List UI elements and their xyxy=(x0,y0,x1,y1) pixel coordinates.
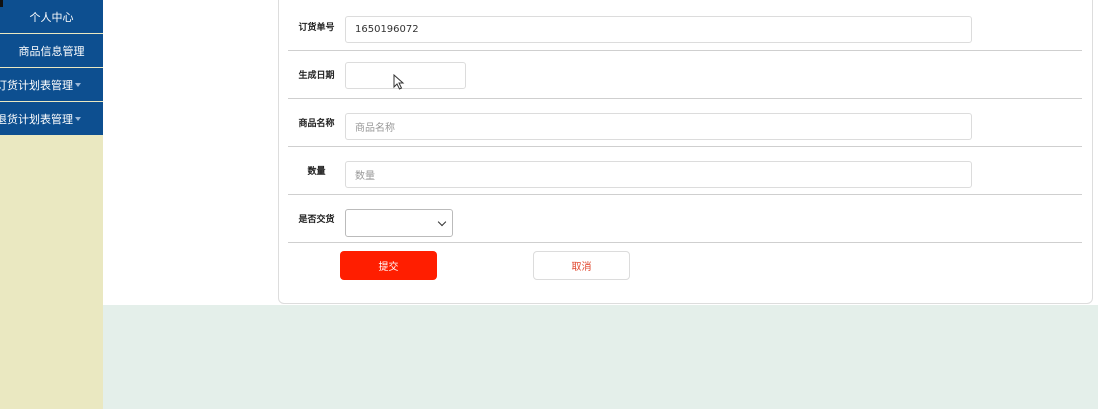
sidebar-item-personal-center[interactable]: 个人中心 xyxy=(0,0,103,33)
gen-date-input[interactable] xyxy=(345,62,466,89)
submit-button[interactable]: 提交 xyxy=(340,251,437,280)
chevron-down-icon xyxy=(75,82,81,87)
window-edge-mark xyxy=(0,0,3,7)
row-delivered: 是否交货 xyxy=(288,195,1082,243)
sidebar-item-label: 商品信息管理 xyxy=(18,44,85,58)
delivered-select[interactable] xyxy=(345,209,453,237)
delivered-label: 是否交货 xyxy=(298,215,335,225)
sidebar-item-label: 退货计划表管理 xyxy=(0,112,73,126)
row-quantity: 数量 数量 xyxy=(288,147,1082,195)
gen-date-label: 生成日期 xyxy=(298,71,335,81)
quantity-label: 数量 xyxy=(307,167,326,177)
sidebar-item-return-plan[interactable]: 退货计划表管理 xyxy=(0,102,103,135)
sidebar-item-order-plan[interactable]: 订货计划表管理 xyxy=(0,68,103,101)
row-order-no: 订货单号 1650196072 xyxy=(288,3,1082,51)
sidebar: 个人中心 商品信息管理 订货计划表管理 退货计划表管理 xyxy=(0,0,103,409)
sidebar-item-label: 个人中心 xyxy=(29,10,74,24)
order-no-label: 订货单号 xyxy=(298,23,335,33)
row-product-name: 商品名称 商品名称 xyxy=(288,99,1082,147)
product-name-label: 商品名称 xyxy=(298,119,335,129)
order-no-input[interactable]: 1650196072 xyxy=(345,16,972,43)
mouse-cursor-icon xyxy=(393,74,405,90)
sidebar-item-label: 订货计划表管理 xyxy=(0,78,73,92)
sidebar-item-product-info[interactable]: 商品信息管理 xyxy=(0,34,103,67)
cancel-button[interactable]: 取消 xyxy=(533,251,630,280)
product-name-input[interactable]: 商品名称 xyxy=(345,113,972,140)
quantity-input[interactable]: 数量 xyxy=(345,161,972,188)
chevron-down-icon xyxy=(437,217,447,227)
row-gen-date: 生成日期 xyxy=(288,51,1082,99)
chevron-down-icon xyxy=(75,116,81,121)
